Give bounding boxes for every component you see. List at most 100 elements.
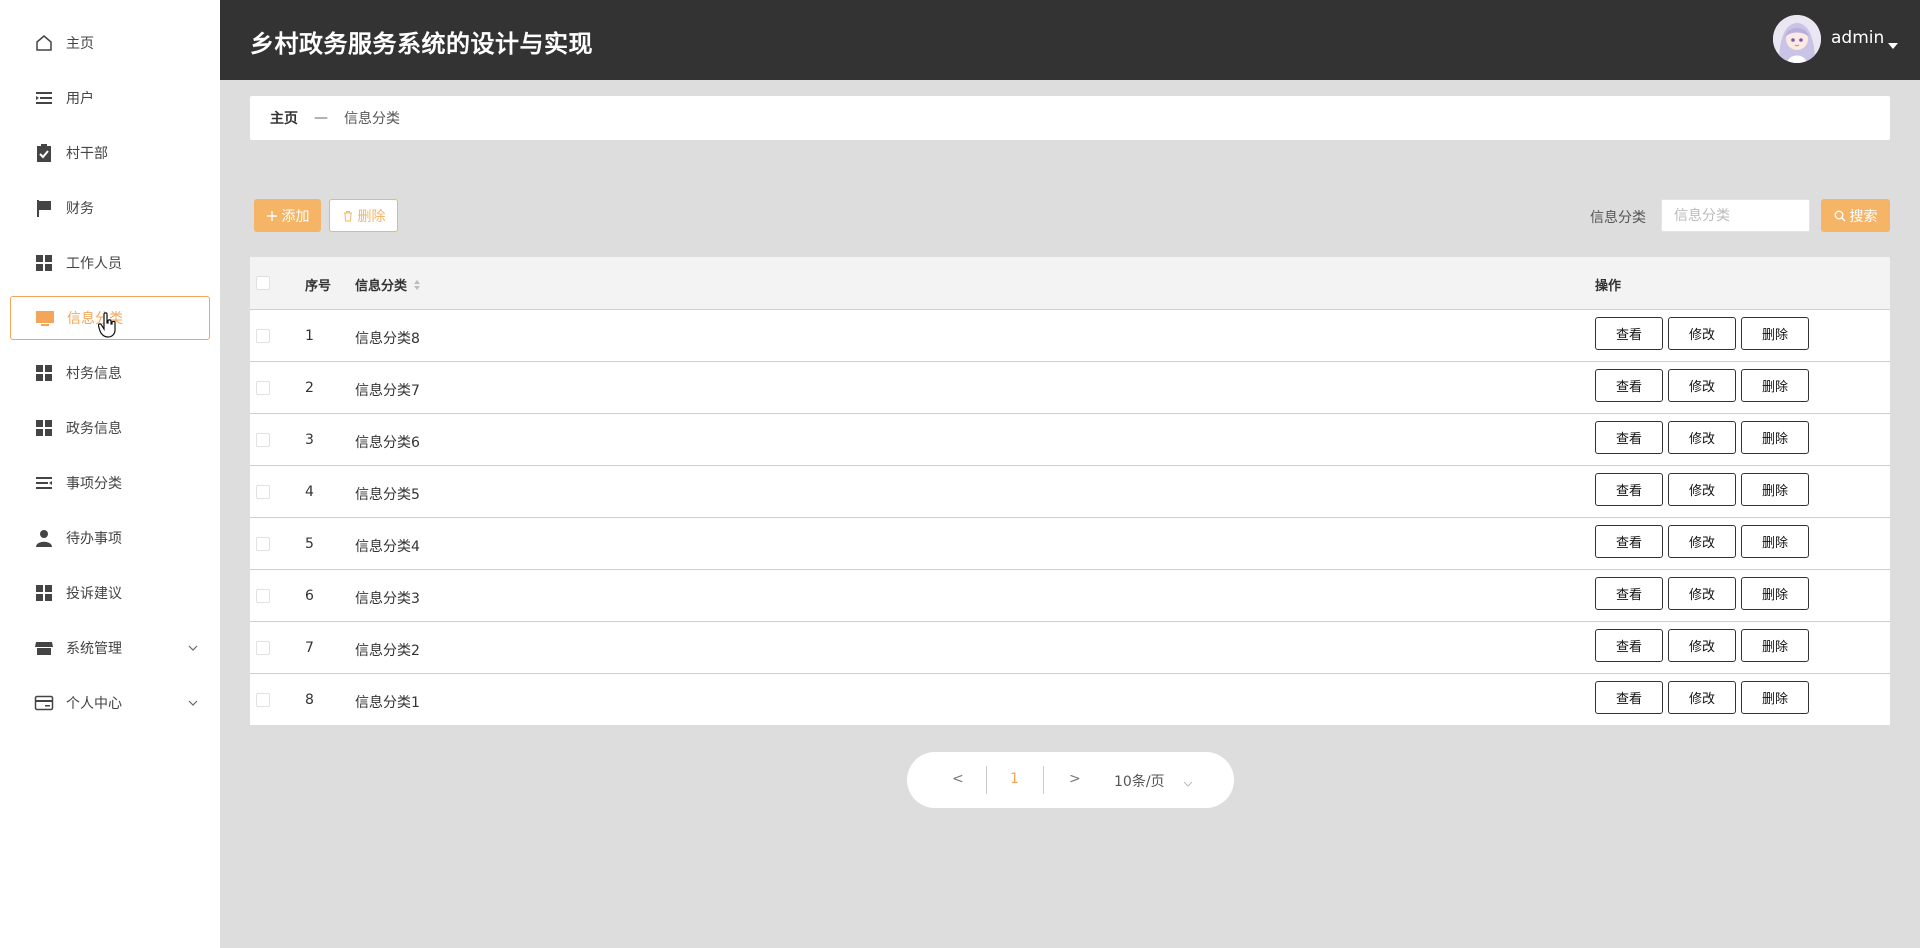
table-row: 2 信息分类7 查看 修改 删除 — [250, 361, 1890, 413]
edit-button[interactable]: 修改 — [1668, 369, 1736, 402]
breadcrumb-home[interactable]: 主页 — [270, 108, 298, 128]
sidebar-item-todo[interactable]: 待办事项 — [10, 516, 210, 560]
row-checkbox[interactable] — [256, 641, 270, 655]
view-button[interactable]: 查看 — [1595, 317, 1663, 350]
sidebar-item-label: 工作人员 — [66, 256, 122, 272]
row-name: 信息分类8 — [355, 331, 420, 347]
column-header-name[interactable]: 信息分类 — [355, 275, 421, 295]
delete-button[interactable]: 删除 — [1741, 629, 1809, 662]
sidebar-item-label: 村务信息 — [66, 366, 122, 382]
next-page-button[interactable]: > — [1069, 771, 1081, 787]
breadcrumb: 主页 — 信息分类 — [250, 96, 1890, 140]
row-checkbox[interactable] — [256, 381, 270, 395]
search-button[interactable]: 搜索 — [1821, 199, 1890, 232]
column-header-name-label: 信息分类 — [355, 279, 408, 294]
table-row: 3 信息分类6 查看 修改 删除 — [250, 413, 1890, 465]
grid-icon — [34, 253, 54, 273]
sidebar-item-village-cadres[interactable]: 村干部 — [10, 131, 210, 175]
sidebar-item-finance[interactable]: 财务 — [10, 186, 210, 230]
edit-button[interactable]: 修改 — [1668, 681, 1736, 714]
page-number-current[interactable]: 1 — [1010, 771, 1019, 787]
page-size-select[interactable]: 10条/页 — [1114, 771, 1165, 791]
sidebar-item-users[interactable]: 用户 — [10, 76, 210, 120]
sidebar-item-home[interactable]: 主页 — [10, 21, 210, 65]
row-index: 1 — [305, 328, 314, 344]
delete-button[interactable]: 删除 — [1741, 369, 1809, 402]
list-icon — [34, 88, 54, 108]
trash-icon — [342, 210, 354, 222]
chevron-down-icon — [186, 695, 200, 709]
row-checkbox[interactable] — [256, 537, 270, 551]
search-icon — [1834, 210, 1846, 222]
row-checkbox[interactable] — [256, 693, 270, 707]
view-button[interactable]: 查看 — [1595, 577, 1663, 610]
view-button[interactable]: 查看 — [1595, 629, 1663, 662]
row-name: 信息分类1 — [355, 695, 420, 711]
search-input[interactable] — [1661, 199, 1810, 232]
delete-button[interactable]: 删除 — [1741, 525, 1809, 558]
sidebar-item-personal-center[interactable]: 个人中心 — [10, 681, 210, 725]
table-row: 7 信息分类2 查看 修改 删除 — [250, 621, 1890, 673]
view-button[interactable]: 查看 — [1595, 421, 1663, 454]
row-name: 信息分类3 — [355, 591, 420, 607]
view-button[interactable]: 查看 — [1595, 369, 1663, 402]
table-row: 5 信息分类4 查看 修改 删除 — [250, 517, 1890, 569]
pagination-divider — [1043, 766, 1044, 794]
delete-button[interactable]: 删除 — [1741, 681, 1809, 714]
edit-button[interactable]: 修改 — [1668, 473, 1736, 506]
edit-button[interactable]: 修改 — [1668, 577, 1736, 610]
edit-button[interactable]: 修改 — [1668, 525, 1736, 558]
sidebar-item-system-management[interactable]: 系统管理 — [10, 626, 210, 670]
user-name[interactable]: admin — [1831, 28, 1884, 48]
breadcrumb-separator: — — [314, 110, 328, 126]
avatar[interactable] — [1773, 15, 1821, 63]
batch-delete-button[interactable]: 删除 — [329, 199, 398, 232]
sidebar-item-gov-info[interactable]: 政务信息 — [10, 406, 210, 450]
row-index: 4 — [305, 484, 314, 500]
view-button[interactable]: 查看 — [1595, 525, 1663, 558]
delete-button[interactable]: 删除 — [1741, 577, 1809, 610]
app-title: 乡村政务服务系统的设计与实现 — [250, 30, 593, 58]
row-index: 2 — [305, 380, 314, 396]
row-checkbox[interactable] — [256, 589, 270, 603]
add-button[interactable]: 添加 — [254, 199, 321, 232]
flag-icon — [34, 198, 54, 218]
sidebar-item-village-info[interactable]: 村务信息 — [10, 351, 210, 395]
table-row: 6 信息分类3 查看 修改 删除 — [250, 569, 1890, 621]
prev-page-button[interactable]: < — [952, 771, 964, 787]
plus-icon — [266, 210, 278, 222]
sort-icon[interactable] — [413, 279, 421, 295]
row-index: 5 — [305, 536, 314, 552]
row-index: 8 — [305, 692, 314, 708]
caret-down-icon[interactable] — [1887, 35, 1899, 49]
row-checkbox[interactable] — [256, 485, 270, 499]
sidebar-item-label: 系统管理 — [66, 641, 122, 657]
edit-button[interactable]: 修改 — [1668, 317, 1736, 350]
row-checkbox[interactable] — [256, 433, 270, 447]
delete-button[interactable]: 删除 — [1741, 317, 1809, 350]
sidebar-item-label: 村干部 — [66, 146, 108, 162]
row-index: 6 — [305, 588, 314, 604]
sidebar-item-matter-category[interactable]: 事项分类 — [10, 461, 210, 505]
view-button[interactable]: 查看 — [1595, 473, 1663, 506]
edit-button[interactable]: 修改 — [1668, 421, 1736, 454]
grid-icon — [34, 363, 54, 383]
grid-icon — [34, 583, 54, 603]
search-label: 信息分类 — [1590, 210, 1646, 226]
select-all-checkbox[interactable] — [256, 276, 270, 290]
sidebar-item-label: 个人中心 — [66, 696, 122, 712]
delete-button[interactable]: 删除 — [1741, 473, 1809, 506]
edit-button[interactable]: 修改 — [1668, 629, 1736, 662]
sidebar-item-label: 用户 — [66, 91, 94, 107]
sidebar-item-complaints[interactable]: 投诉建议 — [10, 571, 210, 615]
delete-button[interactable]: 删除 — [1741, 421, 1809, 454]
chevron-down-icon[interactable] — [1183, 776, 1193, 787]
sidebar: 主页 用户 村干部 财务 工作人员 信息分类 村务信息 政务信息 事项分类 待办… — [0, 0, 220, 948]
sidebar-item-label: 投诉建议 — [66, 586, 122, 602]
view-button[interactable]: 查看 — [1595, 681, 1663, 714]
sidebar-item-staff[interactable]: 工作人员 — [10, 241, 210, 285]
row-checkbox[interactable] — [256, 329, 270, 343]
user-icon — [34, 528, 54, 548]
batch-delete-label: 删除 — [357, 208, 386, 225]
sidebar-item-label: 主页 — [66, 36, 94, 52]
